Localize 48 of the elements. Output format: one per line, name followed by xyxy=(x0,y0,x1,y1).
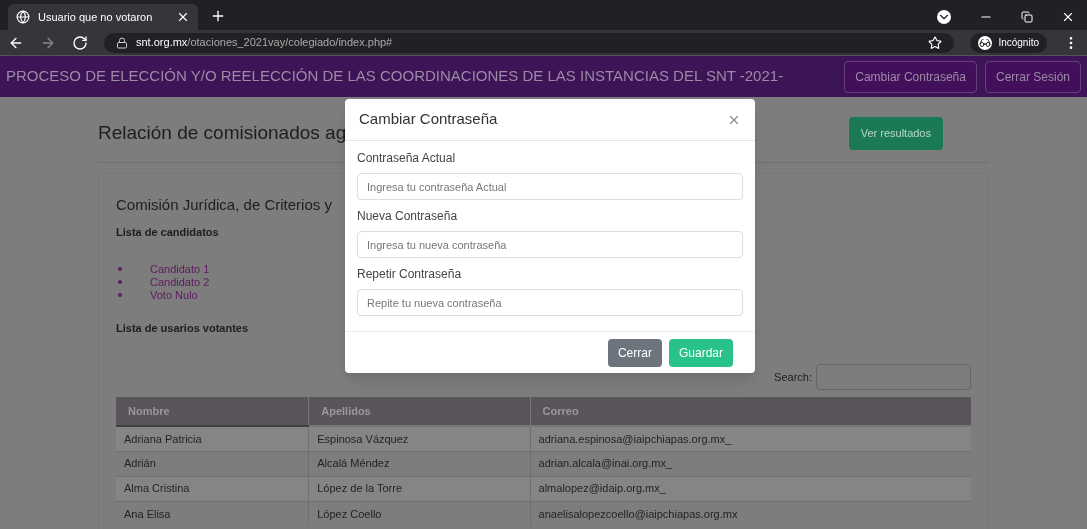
field-label: Contraseña Actual xyxy=(357,150,457,167)
globe-icon xyxy=(16,10,30,24)
url-text: snt.org.mx/otaciones_2021vay/colegiado/index.php# xyxy=(136,35,393,51)
field-label: Nueva Contraseña xyxy=(357,208,459,225)
lock-icon xyxy=(116,36,128,49)
incognito-chip[interactable]: Incógnito xyxy=(970,32,1047,53)
close-window-icon[interactable] xyxy=(1061,10,1075,24)
table-cell: Alma Cristina xyxy=(116,476,309,501)
search-label: Search: xyxy=(774,369,812,385)
dialog-button[interactable]: Guardar xyxy=(668,338,733,367)
table-cell: López Coello xyxy=(308,501,531,526)
table-cell: adrian.alcala@inai.org.mx_ xyxy=(530,451,971,476)
modal-title: Cambiar Contraseña xyxy=(359,109,498,130)
restore-icon[interactable] xyxy=(1021,11,1033,23)
bullet-icon xyxy=(118,267,122,271)
input-field[interactable]: Ingresa tu nueva contraseña xyxy=(357,231,743,258)
input-field[interactable]: Ingresa tu contraseña Actual xyxy=(357,173,743,200)
input-field[interactable]: Repite tu nueva contraseña xyxy=(357,289,743,316)
table-cell: Ana Elisa xyxy=(116,501,309,526)
close-tab-icon[interactable] xyxy=(176,10,190,24)
profile-dropdown-icon[interactable] xyxy=(937,10,951,24)
new-tab-icon[interactable] xyxy=(210,8,226,24)
table-cell: Adriana Patricia xyxy=(116,426,309,451)
field-label: Repetir Contraseña xyxy=(357,266,463,283)
candidates-heading: Lista de candidatos xyxy=(116,225,219,240)
bookmark-star-icon[interactable] xyxy=(928,35,943,50)
navbar-title: PROCESO DE ELECCIÓN Y/O REELECCIÓN DE LAS COORDINACIONES DE LAS INSTANCIAS DEL SNT -2021- xyxy=(6,66,785,87)
table-cell: almalopez@idaip.org.mx_ xyxy=(530,476,971,501)
bullet-icon xyxy=(118,293,122,297)
table-cell: López de la Torre xyxy=(308,476,531,501)
navbar-button[interactable]: Cambiar Contraseña xyxy=(844,60,977,93)
table-cell: anaelisalopezcoello@iaipchiapas.org.mx xyxy=(530,501,971,526)
tab-title: Usuario que no votaron xyxy=(38,9,154,25)
card-title: Comisión Jurídica, de Criterios y xyxy=(116,194,332,215)
page-heading: Relación de comisionados ag xyxy=(98,121,347,145)
table-cell: Adrián xyxy=(116,451,309,476)
voters-heading: Lista de usarios votantes xyxy=(116,320,249,336)
reload-icon[interactable] xyxy=(72,34,88,51)
table-cell: adriana.espinosa@iaipchiapas.org.mx_ xyxy=(530,426,971,451)
bullet-icon xyxy=(118,280,122,284)
incognito-icon xyxy=(978,35,993,50)
address-bar[interactable]: snt.org.mx/otaciones_2021vay/colegiado/index.php# xyxy=(104,32,955,53)
table-cell: Alcalá Méndez xyxy=(308,451,531,476)
dialog-button[interactable]: Cerrar xyxy=(607,338,662,367)
navbar-button[interactable]: Cerrar Sesión xyxy=(984,60,1081,93)
table-cell: Espinosa Vázquez xyxy=(308,426,531,451)
results-button[interactable]: Ver resultados xyxy=(848,117,943,150)
browser-tab[interactable]: Usuario que no votaron xyxy=(8,4,198,30)
